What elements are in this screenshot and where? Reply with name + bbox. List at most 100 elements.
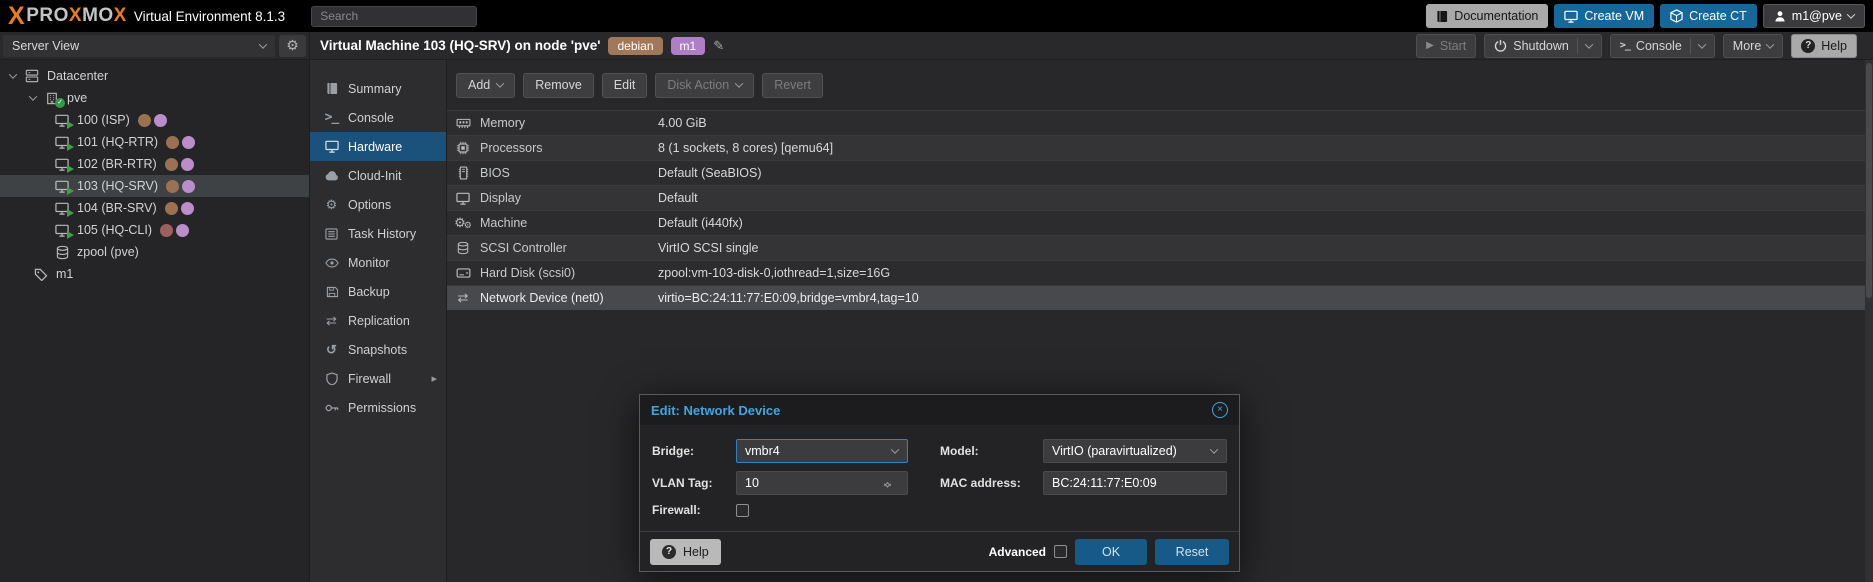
tag-m1[interactable]: m1 [671, 37, 706, 55]
menu-item-task-history[interactable]: Task History [310, 219, 446, 248]
chevron-down-icon [496, 79, 504, 87]
online-check-icon: ✓ [55, 98, 65, 108]
bridge-combobox[interactable]: vmbr4 [736, 439, 908, 463]
edit-button[interactable]: Edit [602, 73, 648, 98]
hardware-row-display[interactable]: Display Default [447, 185, 1873, 210]
tag-dot [166, 136, 179, 149]
create-ct-button[interactable]: Create CT [1660, 4, 1757, 28]
tag-dot [176, 224, 189, 237]
documentation-button[interactable]: Documentation [1426, 4, 1548, 28]
menu-item-monitor[interactable]: Monitor [310, 248, 446, 277]
chevron-down-icon[interactable] [1585, 40, 1593, 48]
user-menu-button[interactable]: m1@pve [1763, 4, 1865, 28]
model-combobox[interactable]: VirtIO (paravirtualized) [1043, 439, 1227, 463]
storage-icon [54, 245, 70, 260]
menu-item-firewall[interactable]: Firewall ▸ [310, 364, 446, 393]
menu-item-options[interactable]: ⚙ Options [310, 190, 446, 219]
hardware-row-machine[interactable]: ⚙⚙ Machine Default (i440fx) [447, 210, 1873, 235]
tree-item-vm-101[interactable]: 101 (HQ-RTR) [0, 131, 309, 153]
create-vm-button[interactable]: Create VM [1554, 4, 1654, 28]
vlan-tag-spinner[interactable]: 10 [736, 471, 908, 495]
tree-item-storage-zpool[interactable]: zpool (pve) [0, 241, 309, 263]
close-icon[interactable]: × [1212, 402, 1228, 418]
mac-address-field[interactable]: BC:24:11:77:E0:09 [1043, 471, 1227, 495]
menu-item-snapshots[interactable]: ↺ Snapshots [310, 335, 446, 364]
tree-item-vm-105[interactable]: 105 (HQ-CLI) [0, 219, 309, 241]
disk-action-button[interactable]: Disk Action [655, 73, 754, 98]
tag-dot [160, 224, 173, 237]
tree-item-vm-103[interactable]: 103 (HQ-SRV) [0, 175, 309, 197]
collapse-icon[interactable] [28, 95, 38, 101]
tree-item-pool-m1[interactable]: m1 [0, 263, 309, 285]
menu-item-permissions[interactable]: Permissions [310, 393, 446, 422]
tree-item-label: Datacenter [47, 69, 108, 83]
menu-item-console[interactable]: >_ Console [310, 103, 446, 132]
chevron-down-icon[interactable] [1698, 40, 1706, 48]
tag-dot [181, 158, 194, 171]
power-icon [1494, 39, 1507, 52]
tag-debian[interactable]: debian [608, 37, 662, 55]
console-button[interactable]: >_ Console [1610, 34, 1715, 58]
tree-item-vm-100[interactable]: 100 (ISP) [0, 109, 309, 131]
dialog-help-button[interactable]: ? Help [650, 539, 721, 565]
tree-item-node-pve[interactable]: ✓ pve [0, 87, 309, 109]
resource-tree: Datacenter ✓ pve 100 (ISP) 101 (HQ-RTR) … [0, 60, 310, 582]
tag-icon [33, 268, 49, 281]
start-button[interactable]: ▶ Start [1416, 34, 1476, 58]
search-input[interactable] [311, 6, 477, 27]
question-icon: ? [662, 545, 676, 559]
tag-dot [165, 158, 178, 171]
advanced-checkbox[interactable] [1054, 545, 1067, 558]
sidebar-header: Server View ⚙ [0, 32, 310, 59]
user-icon [1774, 10, 1786, 22]
hardware-row-processors[interactable]: Processors 8 (1 sockets, 8 cores) [qemu6… [447, 135, 1873, 160]
remove-button[interactable]: Remove [523, 73, 594, 98]
tree-item-vm-104[interactable]: 104 (BR-SRV) [0, 197, 309, 219]
bridge-label: Bridge: [652, 444, 736, 458]
help-button[interactable]: ? Help [1791, 34, 1857, 58]
vertical-scrollbar[interactable] [1865, 60, 1873, 582]
dialog-title: Edit: Network Device [651, 403, 780, 418]
add-button[interactable]: Add [456, 73, 515, 98]
view-selector[interactable]: Server View [3, 35, 275, 57]
tag-dot [181, 202, 194, 215]
tree-item-label: 102 (BR-RTR) [77, 157, 157, 171]
firewall-checkbox[interactable] [736, 504, 749, 517]
hardware-row-network-device[interactable]: ⇄ Network Device (net0) virtio=BC:24:11:… [447, 285, 1873, 310]
vm-actions: ▶ Start Shutdown >_ Console More [1416, 34, 1857, 58]
chevron-down-icon [1766, 40, 1774, 48]
reset-button[interactable]: Reset [1155, 539, 1229, 565]
dialog-header[interactable]: Edit: Network Device × [640, 395, 1239, 425]
scrollbar-thumb[interactable] [1866, 63, 1872, 298]
revert-button[interactable]: Revert [762, 73, 823, 98]
hardware-row-hard-disk[interactable]: Hard Disk (scsi0) zpool:vm-103-disk-0,io… [447, 260, 1873, 285]
chevron-down-icon[interactable] [891, 445, 899, 453]
hardware-row-memory[interactable]: Memory 4.00 GiB [447, 110, 1873, 135]
chevron-down-icon[interactable] [1210, 445, 1218, 453]
tree-item-vm-102[interactable]: 102 (BR-RTR) [0, 153, 309, 175]
sidebar-settings-button[interactable]: ⚙ [279, 35, 306, 57]
menu-item-hardware[interactable]: Hardware [310, 132, 446, 161]
running-play-icon [67, 187, 74, 195]
hdd-icon [453, 268, 473, 278]
server-icon [24, 69, 40, 83]
hardware-row-scsi-controller[interactable]: SCSI Controller VirtIO SCSI single [447, 235, 1873, 260]
menu-item-replication[interactable]: ⇄ Replication [310, 306, 446, 335]
collapse-icon[interactable] [8, 73, 18, 79]
cpu-icon [453, 141, 473, 155]
more-button[interactable]: More [1723, 34, 1783, 58]
cube-icon [1670, 9, 1683, 23]
tree-item-label: 103 (HQ-SRV) [77, 179, 158, 193]
hardware-row-bios[interactable]: BIOS Default (SeaBIOS) [447, 160, 1873, 185]
shutdown-button[interactable]: Shutdown [1484, 34, 1602, 58]
menu-item-summary[interactable]: Summary [310, 74, 446, 103]
ok-button[interactable]: OK [1075, 539, 1147, 565]
menu-item-backup[interactable]: Backup [310, 277, 446, 306]
eye-icon [324, 258, 339, 268]
menu-item-cloud-init[interactable]: Cloud-Init [310, 161, 446, 190]
edit-tags-icon[interactable]: ✎ [713, 38, 724, 54]
tree-item-datacenter[interactable]: Datacenter [0, 65, 309, 87]
vm-running-icon [54, 158, 70, 171]
hardware-toolbar: Add Remove Edit Disk Action Revert [447, 60, 1873, 110]
shield-icon [324, 372, 339, 385]
